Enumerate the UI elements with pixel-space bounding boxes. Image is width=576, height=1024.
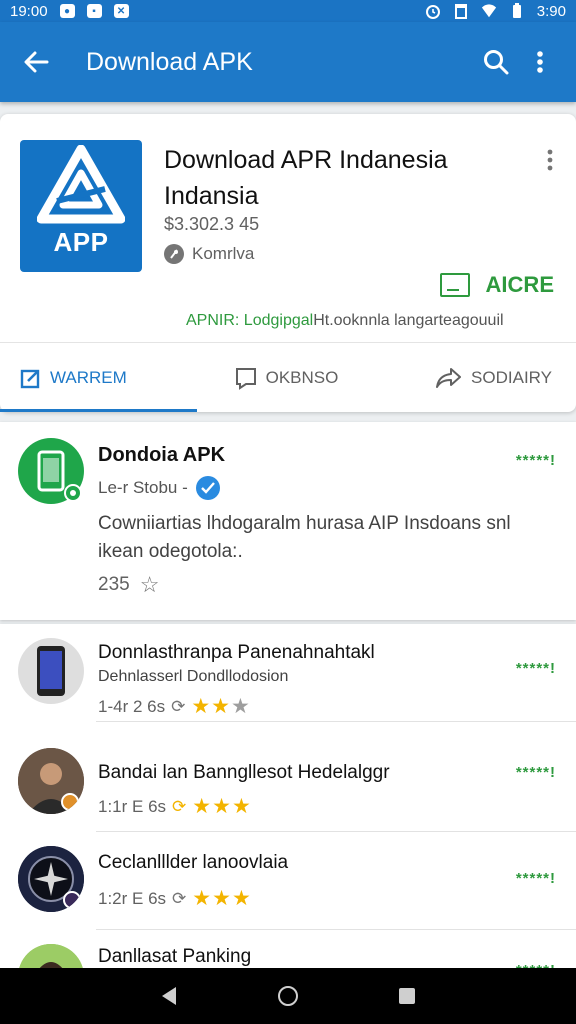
list-item-meta-text: 1:1r E 6s (98, 796, 167, 816)
list-item-meta: 1:1r E 6s ⟳ ★★★ (98, 794, 252, 819)
divider (96, 721, 576, 722)
battery-icon (509, 3, 525, 19)
card-more-vert-icon[interactable] (540, 146, 560, 174)
system-nav-bar (0, 968, 576, 1024)
app-title: Download APR Indanesia Indansia (164, 146, 448, 210)
rating-stars: *****! (515, 452, 556, 469)
trash-icon (453, 3, 469, 19)
status-time-right: 3:90 (536, 2, 566, 20)
featured-app-publisher: Le-r Stobu - (98, 478, 188, 497)
status-bar: 19:00 ● ▪ ✕ 3:90 (0, 0, 576, 22)
featured-app-count: 235 ☆ (98, 572, 159, 598)
back-arrow-icon[interactable] (18, 44, 54, 80)
phone-icon (37, 646, 65, 696)
developer-row[interactable]: Komrlva (164, 244, 254, 264)
rating-stars: ★★★ (192, 887, 252, 910)
notification-icon: ▪ (86, 4, 102, 18)
app-list: Donnlasthranpa Panenahnahtakl Dehnlasser… (0, 624, 576, 984)
badge-icon (64, 484, 82, 502)
rating-score: *****! (515, 764, 556, 781)
avatar (18, 846, 84, 912)
tab-sodiairy[interactable]: SODIAIRY (375, 343, 576, 412)
install-label: AICRE (485, 272, 554, 297)
developer-icon (164, 244, 184, 264)
list-item[interactable]: Ceclanlllder lanoovlaia 1:2r E 6s ⟳ ★★★ … (0, 832, 576, 930)
sync-icon: ⟳ (171, 696, 186, 716)
sync-icon: ⟳ (172, 888, 187, 908)
tab-label: WARREM (50, 367, 127, 387)
review-count: 235 (98, 574, 130, 595)
star-outline-icon[interactable]: ☆ (140, 572, 160, 598)
app-bar: Download APK (0, 22, 576, 102)
search-icon[interactable] (474, 40, 518, 84)
wifi-icon (481, 3, 497, 19)
featured-app-card[interactable]: Dondoia APK Le-r Stobu - *****! Cowniiar… (0, 422, 576, 620)
phone-icon (37, 450, 65, 492)
list-item[interactable]: Bandai lan Banngllesot Hedelalggr 1:1r E… (0, 734, 576, 832)
rating-stars: ★★★ (191, 695, 251, 718)
nav-home-icon[interactable] (268, 976, 308, 1016)
avatar (18, 748, 84, 814)
list-item-meta: 1-4r 2 6s ⟳ ★★★ (98, 694, 251, 719)
app-bar-title: Download APK (86, 47, 253, 76)
alarm-icon (425, 3, 441, 19)
app-info-line-b: Ht.ooknnla langarteagouuil (313, 312, 504, 329)
app-price: $3.302.3 45 (164, 214, 260, 234)
tab-label: SODIAIRY (471, 367, 552, 387)
install-icon (439, 273, 470, 297)
featured-app-icon (18, 438, 84, 504)
nav-back-icon[interactable] (149, 976, 189, 1016)
list-item-sub: Dehnlasserl Dondllodosion (98, 668, 289, 685)
featured-app-description: Cowniiartias lhdogaralm hurasa AIP Insdo… (98, 513, 511, 562)
app-detail-card: APP Download APR Indanesia Indansia $3.3… (0, 114, 576, 412)
list-item-title: Ceclanlllder lanoovlaia (98, 852, 289, 873)
app-logo-label: APP (53, 227, 109, 257)
list-item-title: Bandai lan Banngllesot Hedelalggr (98, 762, 390, 783)
edit-square-icon (20, 369, 40, 388)
list-item-meta-text: 1-4r 2 6s (98, 696, 166, 716)
avatar (18, 638, 84, 704)
list-item-meta: 1:2r E 6s ⟳ ★★★ (98, 886, 252, 911)
rating-stars: ★★★ (192, 795, 252, 818)
notification-icon: ● (59, 4, 75, 18)
tab-okbnso[interactable]: OKBNSO (197, 343, 374, 412)
app-info-line-a: APNIR: Lodgipgal (186, 312, 314, 329)
tab-label: OKBNSO (265, 367, 339, 387)
notification-icon: ✕ (113, 4, 129, 18)
featured-app-sub: Le-r Stobu - (98, 476, 220, 500)
sync-icon: ⟳ (172, 796, 187, 816)
list-item-title: Danllasat Panking (98, 946, 252, 967)
list-item-meta-text: 1:2r E 6s (98, 888, 167, 908)
featured-app-name: Dondoia APK (98, 444, 226, 466)
app-logo-mark-icon (37, 145, 125, 224)
list-item[interactable]: Donnlasthranpa Panenahnahtakl Dehnlasser… (0, 624, 576, 722)
more-vert-icon[interactable] (518, 40, 562, 84)
rating-score: *****! (515, 870, 556, 887)
tab-warrem[interactable]: WARREM (0, 343, 198, 412)
nav-recents-icon[interactable] (387, 976, 427, 1016)
comment-icon (235, 367, 256, 390)
detail-tabs: WARREM OKBNSO SODIAIRY (0, 342, 576, 412)
verified-check-icon (195, 476, 220, 500)
install-button[interactable]: AICRE (439, 272, 554, 298)
status-time: 19:00 (10, 2, 48, 20)
rating-score: *****! (515, 660, 556, 677)
list-item-title: Donnlasthranpa Panenahnahtakl (98, 642, 375, 663)
share-icon (436, 367, 462, 388)
app-info-line: APNIR: LodgipgalHt.ooknnla langarteagouu… (186, 312, 504, 330)
app-logo: APP (20, 140, 142, 272)
developer-name: Komrlva (192, 244, 255, 263)
